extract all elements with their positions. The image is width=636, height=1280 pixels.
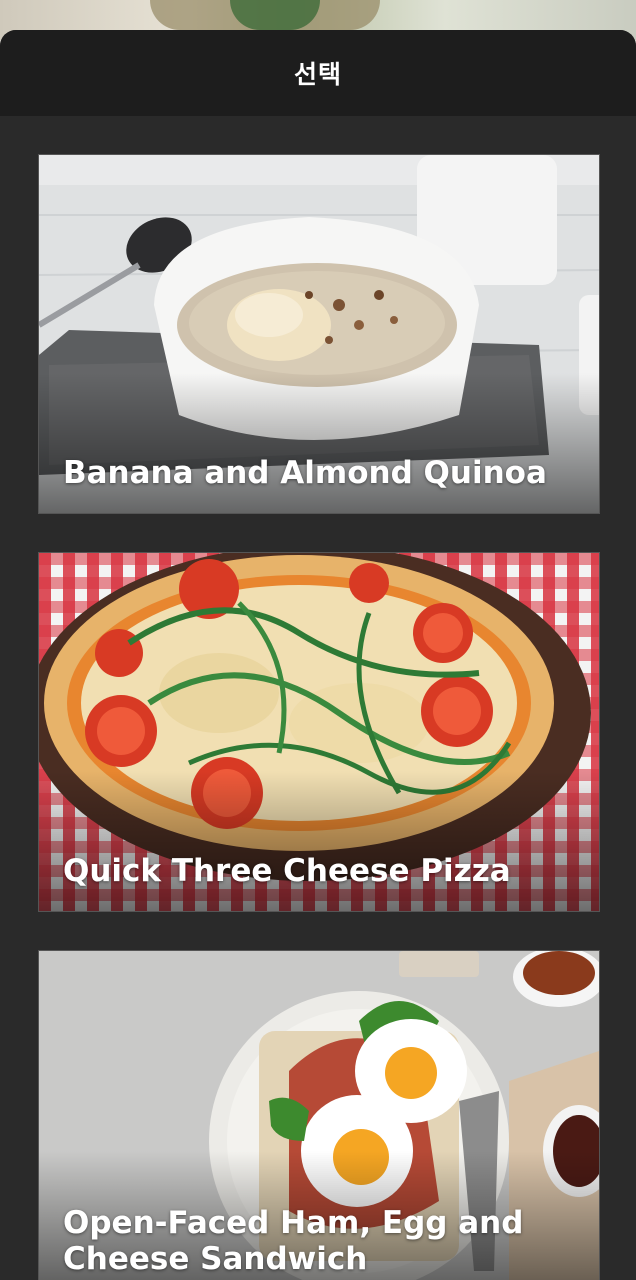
card-gradient <box>39 771 599 911</box>
recipe-card-banana-almond-quinoa[interactable]: Banana and Almond Quinoa <box>38 154 600 514</box>
sheet-header: 선택 <box>0 30 636 116</box>
bottom-sheet: 선택 Banana and Almond Quinoa Quick Three … <box>0 30 636 1280</box>
recipe-card-three-cheese-pizza[interactable]: Quick Three Cheese Pizza <box>38 552 600 912</box>
sheet-title: 선택 <box>293 60 342 89</box>
recipe-title: Quick Three Cheese Pizza <box>63 853 511 889</box>
recipe-card-ham-egg-cheese-sandwich[interactable]: Open-Faced Ham, Egg and Cheese Sandwich <box>38 950 600 1280</box>
recipe-title: Banana and Almond Quinoa <box>63 455 547 491</box>
recipe-title: Open-Faced Ham, Egg and Cheese Sandwich <box>63 1205 524 1277</box>
card-gradient <box>39 373 599 513</box>
